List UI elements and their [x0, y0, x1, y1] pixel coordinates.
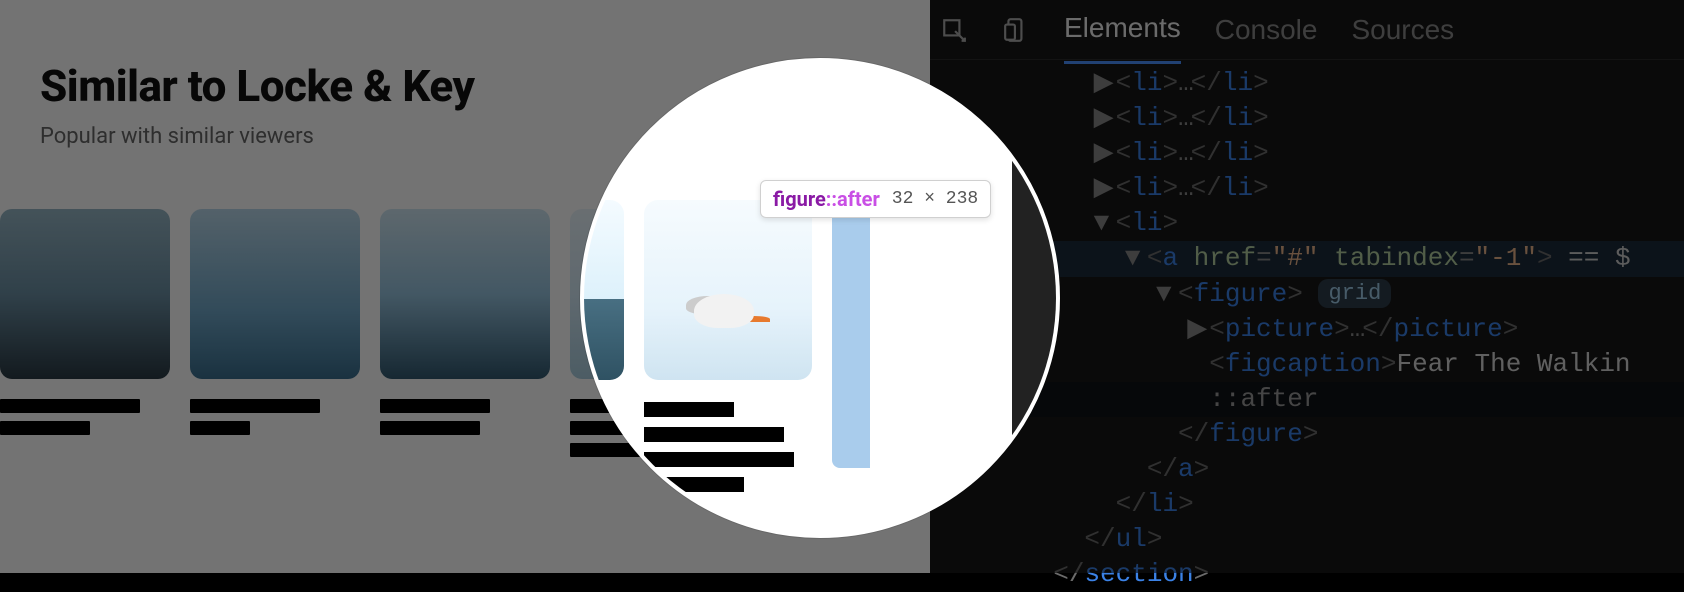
redacted-text: [0, 421, 90, 435]
thumbnail: [190, 209, 360, 379]
device-icon[interactable]: [1002, 16, 1030, 44]
redacted-text: [380, 399, 490, 413]
redacted-text: [644, 402, 734, 417]
redacted-text: [644, 427, 784, 442]
thumbnail: [0, 209, 170, 379]
redacted-text: [644, 452, 794, 467]
redacted-text: [190, 399, 320, 413]
thumbnail: [380, 209, 550, 379]
tooltip-pseudo: ::after: [826, 187, 880, 211]
tooltip-dimensions: 32 × 238: [892, 189, 978, 209]
tab-console[interactable]: Console: [1215, 0, 1318, 62]
redacted-text: [0, 399, 140, 413]
movie-card[interactable]: [380, 209, 550, 465]
dom-node[interactable]: </section>: [930, 557, 1684, 592]
redacted-text: [380, 421, 480, 435]
movie-card[interactable]: [0, 209, 170, 465]
thumbnail: [644, 200, 812, 380]
magnifier-lens: figure::after 32 × 238: [580, 58, 1060, 538]
movie-card[interactable]: [644, 200, 812, 502]
movie-card[interactable]: [580, 200, 624, 502]
inspector-tooltip: figure::after 32 × 238: [760, 180, 991, 218]
tab-elements[interactable]: Elements: [1064, 0, 1181, 64]
redacted-text: [644, 477, 744, 492]
movie-card[interactable]: [190, 209, 360, 465]
thumbnail: [580, 200, 624, 380]
redacted-text: [190, 421, 250, 435]
figure-after-highlight: [832, 200, 870, 502]
devtools-tabs: Elements Console Sources: [930, 0, 1684, 60]
magnified-devtools-edge: [1012, 62, 1056, 538]
tooltip-element: figure: [773, 187, 826, 211]
tab-sources[interactable]: Sources: [1351, 0, 1454, 62]
inspect-icon[interactable]: [940, 16, 968, 44]
